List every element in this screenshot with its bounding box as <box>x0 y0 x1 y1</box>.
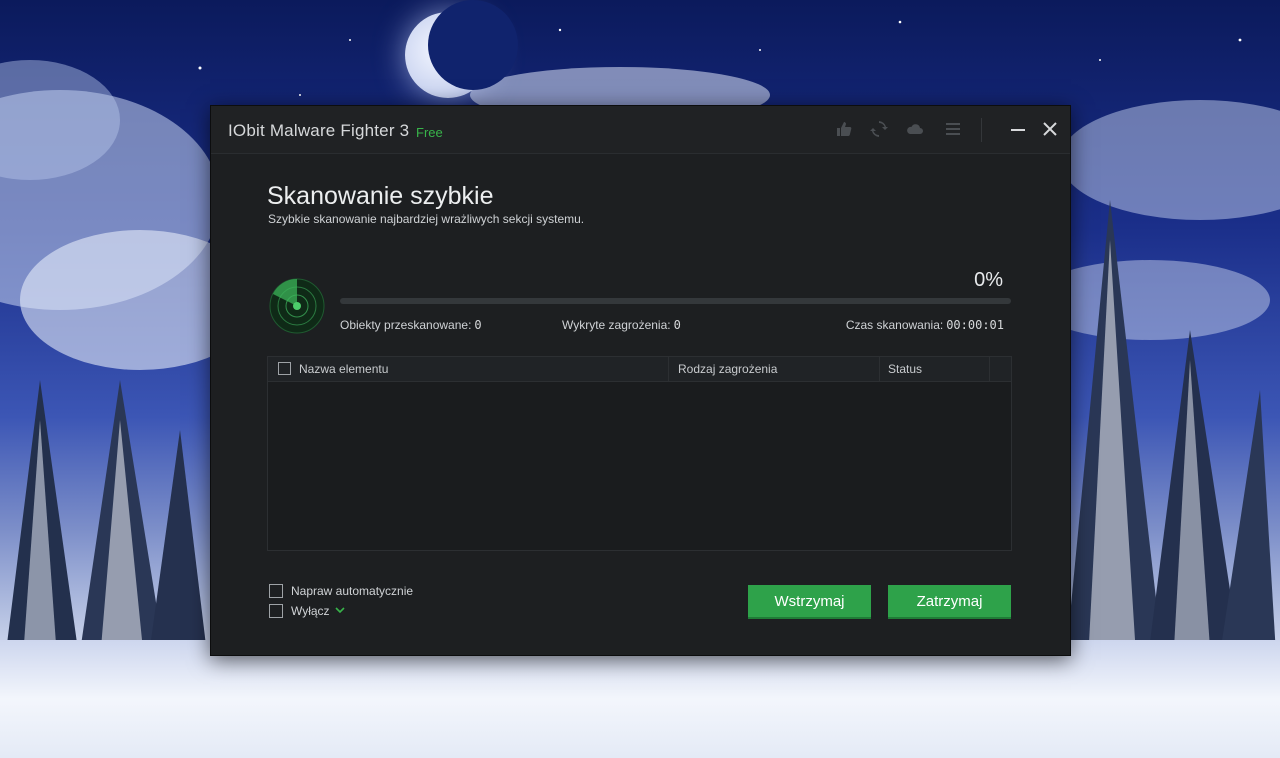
select-all-checkbox[interactable] <box>278 362 291 375</box>
moon-shadow <box>428 0 518 90</box>
threats-found-stat: Wykryte zagrożenia: 0 <box>562 318 681 332</box>
progress-percent: 0% <box>974 269 1003 291</box>
page-subtitle: Szybkie skanowanie najbardziej wrażliwyc… <box>268 212 585 226</box>
minimize-icon[interactable] <box>1009 120 1027 138</box>
menu-icon[interactable] <box>944 120 962 138</box>
stop-button[interactable]: Zatrzymaj <box>888 585 1011 619</box>
threats-found-label: Wykryte zagrożenia: <box>562 318 671 332</box>
snow-ground <box>0 640 1280 758</box>
auto-fix-label[interactable]: Napraw automatycznie <box>291 584 413 598</box>
pause-button[interactable]: Wstrzymaj <box>748 585 871 619</box>
threats-found-value: 0 <box>673 318 681 332</box>
update-icon[interactable] <box>870 120 888 138</box>
shutdown-checkbox[interactable] <box>269 604 283 618</box>
scan-time-stat: Czas skanowania: 00:00:01 <box>846 318 1004 332</box>
app-window: IObit Malware Fighter 3 Free Skanowanie … <box>210 105 1071 656</box>
results-table-header: Nazwa elementu Rodzaj zagrożenia Status <box>268 357 1011 382</box>
chevron-down-icon[interactable] <box>335 605 345 618</box>
column-header-name[interactable]: Nazwa elementu <box>299 357 388 381</box>
scan-progress-bar <box>340 298 1011 304</box>
objects-scanned-value: 0 <box>474 318 482 332</box>
column-divider <box>668 357 669 381</box>
title-bar[interactable]: IObit Malware Fighter 3 Free <box>211 106 1070 154</box>
column-divider <box>879 357 880 381</box>
objects-scanned-label: Obiekty przeskanowane: <box>340 318 472 332</box>
close-icon[interactable] <box>1041 120 1059 138</box>
scan-time-value: 00:00:01 <box>946 318 1004 332</box>
title-bar-divider <box>981 118 982 142</box>
shutdown-label[interactable]: Wyłącz <box>291 604 330 618</box>
radar-scan-icon <box>269 278 325 334</box>
free-edition-badge[interactable]: Free <box>416 125 443 140</box>
page-title: Skanowanie szybkie <box>267 182 494 210</box>
cloud-icon[interactable] <box>906 120 924 138</box>
objects-scanned-stat: Obiekty przeskanowane: 0 <box>340 318 482 332</box>
column-divider <box>989 357 990 381</box>
column-header-threat-type[interactable]: Rodzaj zagrożenia <box>678 357 777 381</box>
scan-time-label: Czas skanowania: <box>845 318 944 332</box>
thumbs-up-icon[interactable] <box>835 120 853 138</box>
app-title: IObit Malware Fighter 3 <box>228 121 410 140</box>
auto-fix-checkbox[interactable] <box>269 584 283 598</box>
column-header-status[interactable]: Status <box>888 357 922 381</box>
results-table: Nazwa elementu Rodzaj zagrożenia Status <box>267 356 1012 551</box>
